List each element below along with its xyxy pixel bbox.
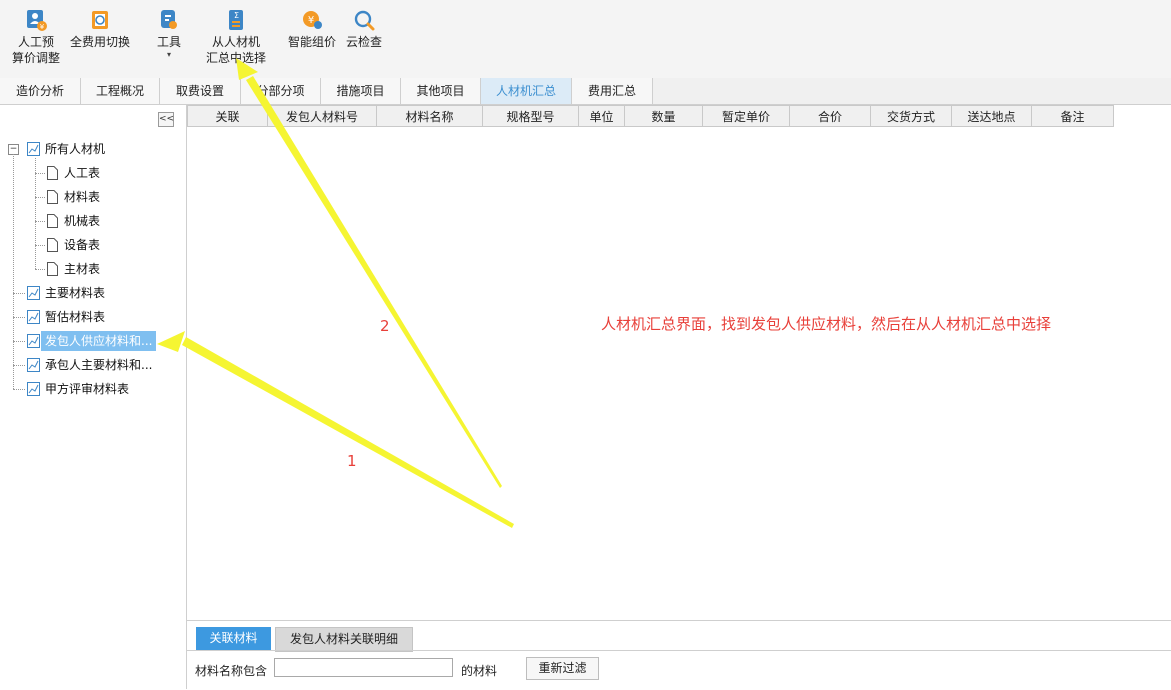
svg-text:¥: ¥ <box>308 15 314 26</box>
tree-item-label: 材料表 <box>64 190 101 204</box>
arrow-2-label: 2 <box>380 317 390 335</box>
tree-line <box>35 197 45 198</box>
tree-line <box>35 269 45 270</box>
bottom-detail-pane: 关联材料 发包人材料关联明细 材料名称包含 的材料 重新过滤 <box>187 620 1171 690</box>
smart-pricing-label: 智能组价 <box>287 35 336 49</box>
cloud-check-button[interactable]: 云检查 <box>343 8 385 50</box>
manual-price-adjust-button[interactable]: ¥ 人工预 算价调整 <box>10 8 62 66</box>
tab-linked-materials[interactable]: 关联材料 <box>196 627 271 650</box>
instruction-annotation: 人材机汇总界面，找到发包人供应材料，然后在从人材机汇总中选择 <box>601 315 1052 333</box>
tree-line <box>35 221 45 222</box>
chart-icon <box>27 310 40 324</box>
tree-line <box>13 341 25 342</box>
chart-icon <box>27 334 40 348</box>
document-icon <box>47 166 58 180</box>
tools-label: 工具 <box>156 35 181 49</box>
tab-cost-analysis[interactable]: 造价分析 <box>0 78 81 104</box>
tab-employer-material-link-detail[interactable]: 发包人材料关联明细 <box>275 627 413 652</box>
column-header-employer-material-no[interactable]: 发包人材料号 <box>268 105 377 127</box>
column-header-provisional-price[interactable]: 暂定单价 <box>703 105 790 127</box>
tree-line <box>35 173 45 174</box>
tab-project-overview[interactable]: 工程概况 <box>81 78 160 104</box>
tree-item-label: 主要材料表 <box>45 286 106 300</box>
column-header-unit[interactable]: 单位 <box>579 105 625 127</box>
select-summary-icon: Σ <box>229 10 243 30</box>
column-header-link[interactable]: 关联 <box>187 105 268 127</box>
cloud-check-icon <box>354 10 375 31</box>
module-tabs: 造价分析 工程概况 取费设置 分部分项 措施项目 其他项目 人材机汇总 费用汇总 <box>0 78 1171 105</box>
smart-pricing-button[interactable]: ¥ 智能组价 <box>286 8 338 50</box>
tools-menu-button[interactable]: 工具 ▾ <box>150 8 188 60</box>
tree-line <box>35 158 36 269</box>
column-header-delivery-method[interactable]: 交货方式 <box>871 105 952 127</box>
chevron-down-icon: ▾ <box>166 50 171 59</box>
select-from-summary-button[interactable]: Σ 从人材机 汇总中选择 <box>203 8 269 66</box>
toolbar: ¥ 人工预 算价调整 全费用切换 工具 ▾ Σ 从人材机 汇总中选择 ¥ 智能组… <box>0 0 1171 79</box>
svg-text:¥: ¥ <box>40 23 45 31</box>
tree-item-label: 承包人主要材料和... <box>45 358 153 372</box>
column-header-material-name[interactable]: 材料名称 <box>377 105 483 127</box>
smart-price-icon: ¥ <box>303 11 322 29</box>
column-header-remarks[interactable]: 备注 <box>1032 105 1114 127</box>
column-header-delivery-location[interactable]: 送达地点 <box>952 105 1032 127</box>
tree-line <box>13 317 25 318</box>
tree-item-label: 发包人供应材料和... <box>41 331 157 351</box>
tree-item-label: 甲方评审材料表 <box>45 382 130 396</box>
collapse-panel-button[interactable]: << <box>158 112 174 127</box>
tree-line <box>13 293 25 294</box>
document-icon <box>47 262 58 276</box>
tab-fee-settings[interactable]: 取费设置 <box>160 78 241 104</box>
bottom-tab-divider <box>187 650 1171 651</box>
chart-icon <box>27 286 40 300</box>
arrow-1 <box>157 331 514 528</box>
user-price-icon: ¥ <box>27 10 47 31</box>
cloud-check-label: 云检查 <box>345 35 382 49</box>
arrow-2-shaft <box>246 76 502 488</box>
tree-line <box>13 154 14 389</box>
tree-item-label: 主材表 <box>64 262 101 276</box>
document-icon <box>47 238 58 252</box>
tab-fee-summary[interactable]: 费用汇总 <box>572 78 653 104</box>
material-name-filter-input[interactable] <box>274 658 453 677</box>
tree-item-label: 暂估材料表 <box>45 310 106 324</box>
manual-price-adjust-label-2: 算价调整 <box>11 51 60 65</box>
column-header-total-price[interactable]: 合价 <box>790 105 871 127</box>
svg-text:Σ: Σ <box>234 11 239 20</box>
tab-measure-items[interactable]: 措施项目 <box>321 78 401 104</box>
tab-divisional-items[interactable]: 分部分项 <box>241 78 321 104</box>
chart-icon <box>27 382 40 396</box>
tree-item-label: 所有人材机 <box>45 142 106 156</box>
tree-item-label: 人工表 <box>64 166 101 180</box>
tree-item-label: 设备表 <box>64 238 101 252</box>
full-fee-switch-button[interactable]: 全费用切换 <box>68 8 132 50</box>
column-header-spec-model[interactable]: 规格型号 <box>483 105 579 127</box>
tree-line <box>13 389 25 390</box>
tree-line <box>35 245 45 246</box>
chart-icon <box>27 358 40 372</box>
arrow-1-shaft <box>182 337 514 528</box>
document-icon <box>47 214 58 228</box>
refilter-button[interactable]: 重新过滤 <box>526 657 599 680</box>
filter-label: 材料名称包含 <box>195 664 268 678</box>
full-fee-switch-label: 全费用切换 <box>69 35 130 49</box>
tools-icon <box>161 10 177 29</box>
filter-suffix-label: 的材料 <box>461 664 498 678</box>
fee-switch-icon <box>92 11 108 29</box>
tab-other-items[interactable]: 其他项目 <box>401 78 481 104</box>
tree-line <box>13 365 25 366</box>
manual-price-adjust-label-1: 人工预 <box>17 35 54 49</box>
tree-item-label: 机械表 <box>64 214 101 228</box>
document-icon <box>47 190 58 204</box>
column-header-quantity[interactable]: 数量 <box>625 105 703 127</box>
select-from-summary-label-2: 汇总中选择 <box>205 51 266 65</box>
chart-icon <box>27 142 40 156</box>
arrow-1-label: 1 <box>347 452 357 470</box>
tab-resource-summary[interactable]: 人材机汇总 <box>481 78 572 104</box>
select-from-summary-label-1: 从人材机 <box>211 35 260 49</box>
